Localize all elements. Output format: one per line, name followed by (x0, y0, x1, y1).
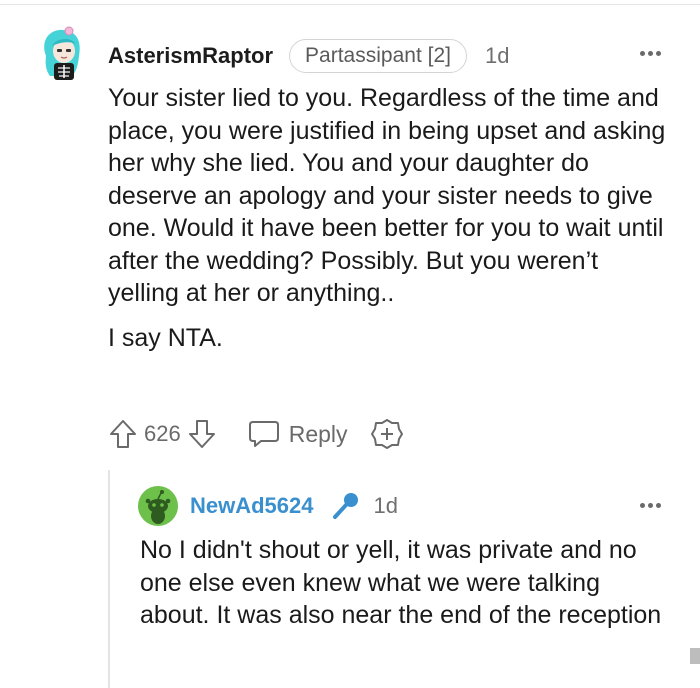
more-options-button[interactable] (640, 43, 666, 57)
timestamp: 1d (484, 43, 510, 68)
comment-paragraph: Your sister lied to you. Regardless of t… (108, 84, 666, 307)
comment-paragraph: I say NTA. (108, 323, 223, 352)
downvote-button[interactable] (187, 418, 217, 450)
arrow-up-outline-icon (110, 420, 136, 448)
username[interactable]: AsterismRaptor (108, 43, 273, 69)
upvote-button[interactable] (108, 418, 138, 450)
microphone-icon (330, 490, 362, 522)
comment-header: AsterismRaptor Partassipant [2] 1d (108, 38, 509, 74)
reply-more-options-button[interactable] (640, 495, 666, 509)
comment-actions: 626 Reply (108, 414, 404, 454)
snoo-avatar-icon[interactable] (138, 486, 178, 526)
reply-header: NewAd5624 1d (190, 488, 398, 524)
thread-line[interactable] (108, 470, 110, 688)
arrow-down-outline-icon (188, 420, 215, 448)
three-dots-icon (640, 503, 645, 508)
avatar[interactable] (36, 26, 86, 82)
plus-badge-icon (370, 419, 403, 449)
speech-bubble-icon (248, 421, 279, 447)
three-dots-icon (640, 51, 645, 56)
vote-count: 626 (144, 421, 181, 446)
top-divider (0, 4, 700, 5)
reply-body: No I didn't shout or yell, it was privat… (140, 536, 662, 629)
award-button[interactable] (370, 417, 404, 451)
reply-username[interactable]: NewAd5624 (190, 493, 314, 519)
scrollbar-thumb[interactable] (690, 648, 700, 664)
reply-timestamp: 1d (373, 493, 398, 518)
reply-button[interactable]: Reply (247, 419, 348, 449)
user-flair: Partassipant [2] (289, 39, 467, 73)
reply-label: Reply (288, 420, 348, 447)
comment-body: Your sister lied to you. Regardless of t… (108, 82, 668, 354)
